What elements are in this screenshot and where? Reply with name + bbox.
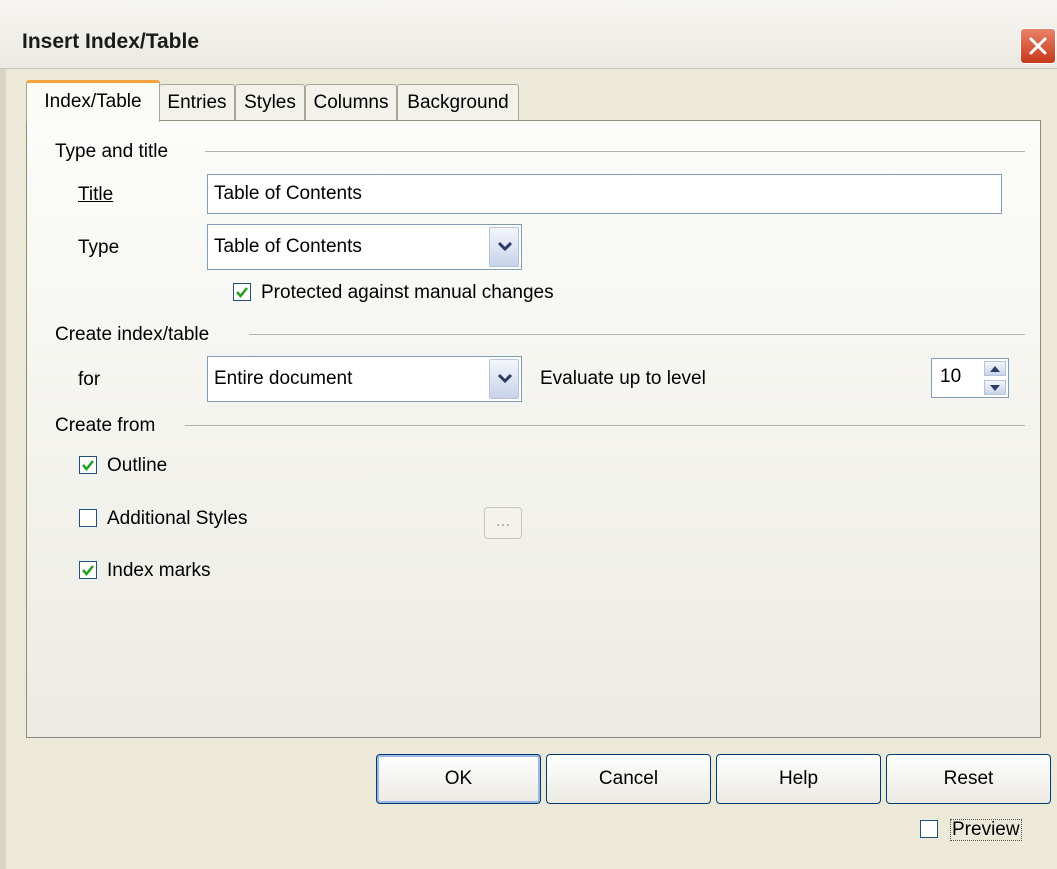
section-create-index-table: Create index/table — [55, 324, 210, 345]
section-divider — [185, 425, 1025, 426]
type-label: Type — [78, 237, 120, 258]
title-label: Title — [78, 184, 113, 206]
help-button[interactable]: Help — [716, 754, 881, 804]
section-create-from: Create from — [55, 415, 156, 436]
arrow-down-icon — [990, 385, 1000, 391]
level-spinbox[interactable]: 10 — [931, 358, 1009, 398]
for-select[interactable]: Entire document — [207, 356, 522, 402]
dialog-title: Insert Index/Table — [22, 30, 199, 53]
preview-checkbox[interactable] — [920, 820, 938, 838]
protected-label[interactable]: Protected against manual changes — [261, 282, 554, 304]
spin-up-button[interactable] — [984, 361, 1006, 376]
section-divider — [205, 151, 1025, 152]
type-select[interactable]: Table of Contents — [207, 224, 522, 270]
close-icon — [1029, 37, 1047, 55]
ok-button[interactable]: OK — [376, 754, 541, 804]
level-spin-buttons — [984, 361, 1006, 395]
tab-background[interactable]: Background — [397, 84, 519, 120]
tab-entries[interactable]: Entries — [159, 84, 235, 120]
additional-styles-label[interactable]: Additional Styles — [107, 508, 247, 530]
preview-label[interactable]: Preview — [950, 819, 1022, 841]
type-dropdown-button[interactable] — [489, 227, 519, 267]
title-label-text: Title — [78, 184, 114, 205]
arrow-up-icon — [990, 366, 1000, 372]
spin-down-button[interactable] — [984, 380, 1006, 395]
title-bar[interactable]: Insert Index/Table — [0, 0, 1057, 69]
reset-button[interactable]: Reset — [886, 754, 1051, 804]
for-dropdown-button[interactable] — [489, 359, 519, 399]
title-input[interactable]: Table of Contents — [207, 174, 1002, 214]
additional-styles-ellipsis-button[interactable]: ... — [484, 507, 522, 539]
additional-styles-checkbox[interactable] — [79, 509, 97, 527]
tab-styles[interactable]: Styles — [235, 84, 305, 120]
section-type-and-title: Type and title — [55, 141, 169, 162]
window-left-border — [0, 0, 6, 869]
cancel-button[interactable]: Cancel — [546, 754, 711, 804]
chevron-down-icon — [498, 373, 512, 383]
for-select-value: Entire document — [214, 368, 353, 389]
insert-index-dialog: Insert Index/Table Index/Table Entries S… — [0, 0, 1057, 869]
checkmark-icon — [82, 460, 94, 471]
outline-label[interactable]: Outline — [107, 455, 167, 477]
level-value: 10 — [940, 366, 962, 387]
type-select-value: Table of Contents — [214, 236, 362, 257]
tab-columns[interactable]: Columns — [305, 84, 397, 120]
index-marks-checkbox[interactable] — [79, 561, 97, 579]
protected-checkbox[interactable] — [233, 283, 251, 301]
outline-checkbox[interactable] — [79, 456, 97, 474]
chevron-down-icon — [498, 241, 512, 251]
tab-panel-index-table: Type and title Title Table of Contents T… — [26, 120, 1041, 738]
section-divider — [249, 334, 1025, 335]
for-label: for — [78, 369, 101, 390]
evaluate-level-label: Evaluate up to level — [540, 368, 706, 389]
index-marks-label[interactable]: Index marks — [107, 560, 210, 582]
checkmark-icon — [236, 287, 248, 298]
checkmark-icon — [82, 565, 94, 576]
close-button[interactable] — [1020, 28, 1056, 64]
tab-index-table[interactable]: Index/Table — [26, 80, 160, 122]
